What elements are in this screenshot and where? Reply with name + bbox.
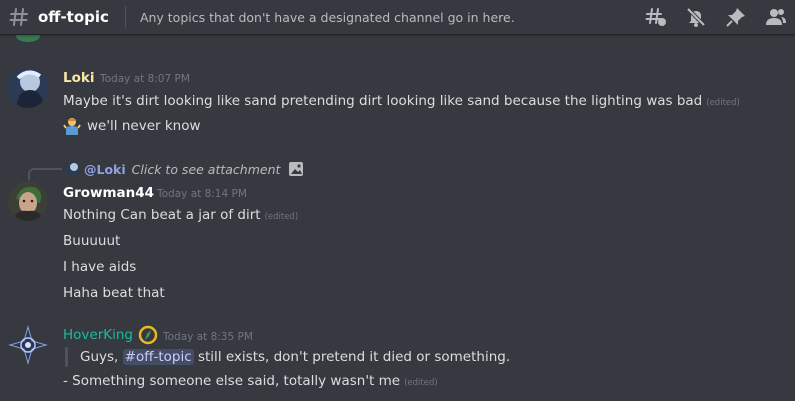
- edited-label: (edited): [706, 98, 740, 108]
- channel-mention[interactable]: #off-topic: [122, 349, 194, 365]
- threads-icon[interactable]: [645, 6, 667, 28]
- message-text: Buuuuut: [63, 233, 121, 249]
- message-list: Loki Today at 8:07 PM Maybe it's dirt lo…: [0, 35, 795, 401]
- avatar[interactable]: [8, 68, 48, 108]
- message-text: Nothing Can beat a jar of dirt (edited): [63, 207, 299, 223]
- username[interactable]: Growman44: [63, 185, 154, 201]
- timestamp: Today at 8:14 PM: [157, 188, 247, 200]
- previous-message-remnant: [8, 35, 48, 42]
- message-text: Haha beat that: [63, 285, 165, 301]
- channel-topic[interactable]: Any topics that don't have a designated …: [140, 10, 515, 25]
- header-toolbar: [627, 0, 787, 34]
- message-text: Maybe it's dirt looking like sand preten…: [63, 93, 740, 109]
- blockquote-text: Guys, #off-topic still exists, don't pre…: [80, 349, 511, 365]
- image-icon: [288, 161, 304, 177]
- channel-name: off-topic: [38, 8, 109, 26]
- mute-bell-icon[interactable]: [685, 6, 707, 28]
- member-list-icon[interactable]: [765, 6, 787, 28]
- reply-username[interactable]: @Loki: [84, 162, 126, 177]
- reply-avatar: [66, 162, 80, 176]
- reply-spine: [28, 168, 62, 180]
- avatar[interactable]: [8, 181, 48, 221]
- person-shrugging-emoji-icon: [63, 117, 81, 135]
- message-text: - Something someone else said, totally w…: [63, 373, 438, 389]
- compass-badge-icon: [138, 325, 158, 345]
- edited-label: (edited): [404, 378, 438, 388]
- reply-preview[interactable]: @Loki Click to see attachment: [66, 161, 304, 177]
- timestamp: Today at 8:07 PM: [100, 73, 190, 85]
- reply-attachment-link[interactable]: Click to see attachment: [132, 162, 281, 177]
- channel-hash-icon: [8, 6, 30, 28]
- pin-icon[interactable]: [725, 6, 747, 28]
- edited-label: (edited): [264, 212, 299, 222]
- channel-header: off-topic Any topics that don't have a d…: [0, 0, 795, 35]
- message-text: I have aids: [63, 259, 137, 275]
- timestamp: Today at 8:35 PM: [163, 331, 253, 343]
- header-divider: [124, 6, 126, 28]
- username[interactable]: Loki: [63, 70, 94, 86]
- blockquote-bar: [65, 347, 68, 367]
- avatar[interactable]: [8, 325, 48, 365]
- message-text: we'll never know: [63, 117, 201, 135]
- username[interactable]: HoverKing: [63, 327, 133, 343]
